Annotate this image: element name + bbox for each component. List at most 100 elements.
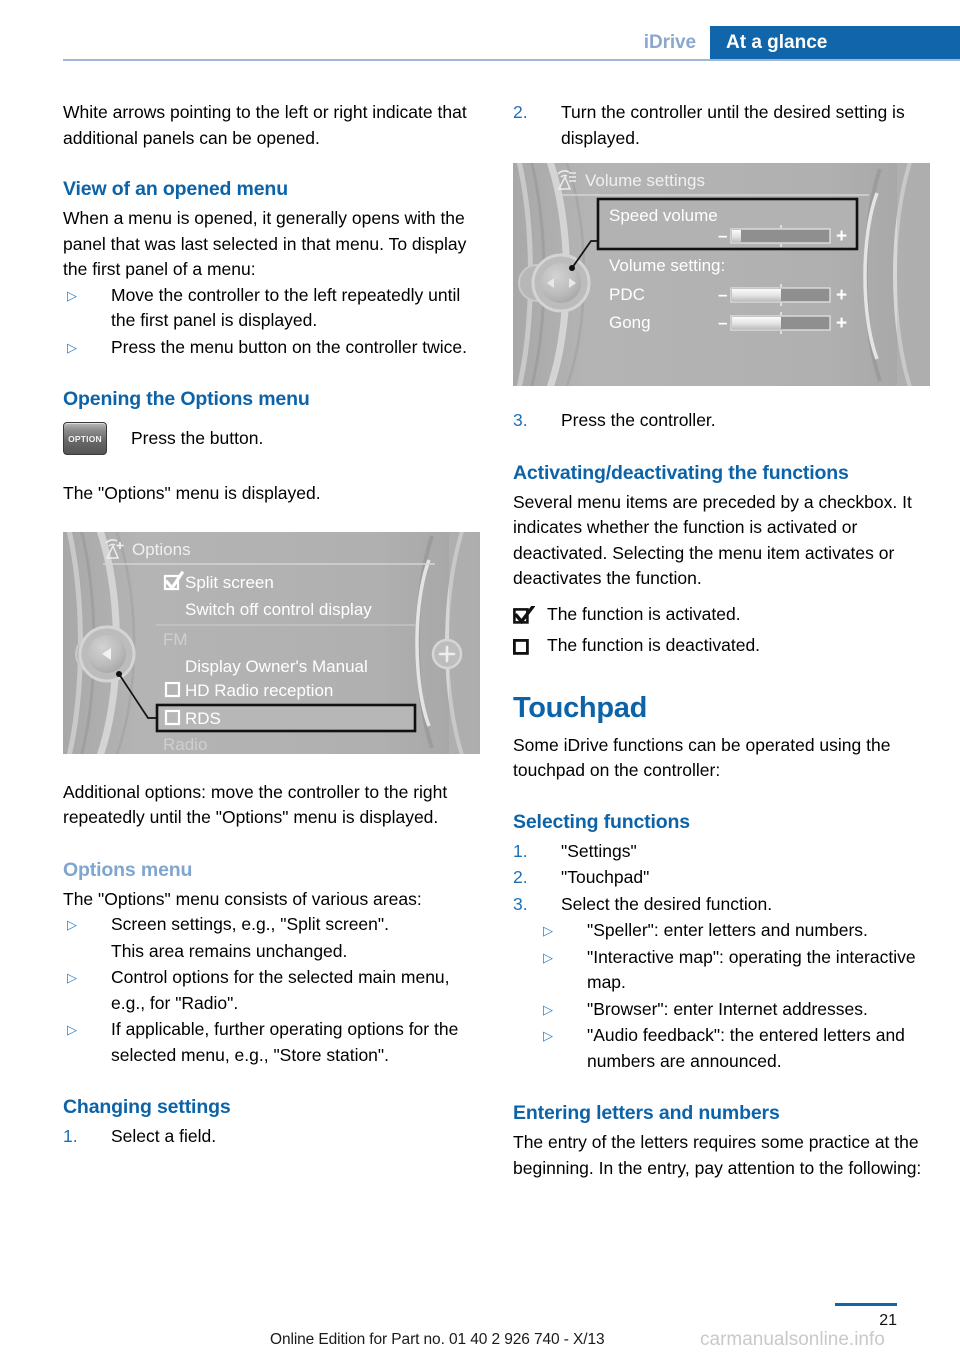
svg-text:+: + (836, 285, 847, 306)
entering-paragraph: The entry of the letters requires some p… (513, 1132, 922, 1178)
page-number: 21 (879, 1312, 897, 1329)
heading-changing-settings: Changing settings (63, 1096, 231, 1118)
selecting-functions-steps: 1. "Settings" 2. "Touchpad" 3. Select th… (513, 839, 930, 918)
step-number: 2. (513, 102, 528, 122)
section-label: At a glance (710, 26, 960, 59)
list-item-label: "Speller": enter letters and numbers. (587, 920, 868, 940)
svg-text:Speed volume: Speed volume (609, 206, 718, 225)
legend-label: The function is activated. (547, 603, 741, 624)
svg-text:HD Radio reception: HD Radio reception (185, 681, 333, 700)
svg-text:Volume settings: Volume settings (585, 171, 705, 190)
step-number: 1. (513, 840, 528, 861)
view-menu-paragraph: When a menu is opened, it generally open… (63, 208, 467, 279)
bullet-triangle-icon: ▷ (67, 970, 77, 985)
chapter-label: iDrive (643, 32, 696, 53)
options-menu-subparagraph: This area remains unchanged. (111, 940, 348, 961)
list-item-label: Screen settings, e.g., "Split screen". (111, 914, 389, 934)
list-item-label: Select a field. (111, 1126, 217, 1146)
steps-continued: 2. Turn the controller until the desired… (513, 100, 930, 151)
selecting-functions-bullets: ▷ "Speller": enter letters and numbers. … (513, 918, 930, 1074)
svg-text:+: + (836, 226, 847, 247)
svg-text:–: – (718, 226, 727, 245)
svg-text:Options: Options (132, 540, 191, 559)
heading-selecting-functions: Selecting functions (513, 810, 691, 833)
list-item-label: Press the controller. (561, 410, 716, 430)
legend-row-activated: The function is activated. (513, 602, 930, 628)
svg-text:–: – (718, 285, 727, 304)
additional-options-paragraph: Additional options: move the controller … (63, 781, 448, 828)
step-number: 3. (513, 410, 528, 430)
step-number: 1. (63, 1126, 78, 1146)
header-divider (63, 59, 960, 61)
legend-label: The function is deactivated. (547, 635, 761, 655)
legend-row-deactivated: The function is deactivated. (513, 633, 930, 659)
touchpad-paragraph: Some iDrive functions can be operated us… (513, 734, 891, 781)
view-menu-bullets: ▷ Move the controller to the left repeat… (63, 283, 480, 361)
list-item: 2. Turn the controller until the desired… (513, 100, 930, 151)
bullet-triangle-icon: ▷ (543, 923, 553, 938)
list-item-label: If applicable, further operating options… (111, 1019, 459, 1065)
svg-text:Split screen: Split screen (185, 573, 274, 592)
options-displayed-paragraph: The "Options" menu is displayed. (63, 483, 321, 503)
bullet-triangle-icon: ▷ (67, 1022, 77, 1037)
left-column: White arrows pointing to the left or rig… (63, 100, 480, 1151)
watermark-text: carmanualsonline.info (700, 1329, 885, 1350)
options-menu-bullets-cont: ▷ Control options for the selected main … (63, 965, 480, 1068)
bullet-triangle-icon: ▷ (67, 339, 77, 355)
option-button-row: OPTION Press the button. (63, 422, 480, 455)
list-item-label: Control options for the selected main me… (111, 967, 450, 1013)
options-menu-paragraph: The "Options" menu consists of various a… (63, 888, 422, 909)
edition-note: Online Edition for Part no. 01 40 2 926 … (270, 1331, 605, 1348)
bullet-triangle-icon: ▷ (67, 917, 77, 932)
list-item: ▷ "Audio feedback": the entered letters … (513, 1023, 930, 1074)
manual-page: iDrive At a glance White arrows pointing… (0, 0, 960, 1362)
list-item: ▷ Control options for the selected main … (63, 965, 480, 1016)
svg-text:–: – (718, 313, 727, 332)
bullet-triangle-icon: ▷ (543, 949, 553, 965)
activating-paragraph: Several menu items are preceded by a che… (513, 491, 912, 589)
list-item: ▷ Move the controller to the left repeat… (63, 283, 480, 334)
list-item-label: "Browser": enter Internet addresses. (587, 998, 868, 1019)
list-item: ▷ "Speller": enter letters and numbers. (513, 918, 930, 944)
heading-activating-deactivating: Activating/deactivating the functions (513, 461, 849, 484)
list-item-label: Press the menu button on the controller … (111, 336, 468, 357)
svg-text:Radio: Radio (163, 735, 207, 754)
step-number: 3. (513, 893, 528, 914)
option-button-label: OPTION (68, 433, 102, 444)
step-number: 2. (513, 867, 528, 887)
page-number-rule (835, 1303, 897, 1306)
svg-text:FM: FM (163, 630, 188, 649)
list-item-label: "Interactive map": operating the interac… (587, 946, 916, 993)
list-item: ▷ If applicable, further operating optio… (63, 1017, 480, 1068)
list-item: 2. "Touchpad" (513, 865, 930, 891)
header-tabs: iDrive At a glance (644, 26, 960, 59)
list-item-label: "Settings" (561, 840, 637, 861)
svg-text:Display Owner's Manual: Display Owner's Manual (185, 657, 368, 676)
list-item: 1. "Settings" (513, 839, 930, 865)
right-column: 2. Turn the controller until the desired… (513, 100, 930, 1181)
checkbox-unchecked-icon (513, 639, 529, 655)
intro-paragraph: White arrows pointing to the left or rig… (63, 102, 467, 148)
checkbox-checked-icon (513, 605, 535, 624)
list-item-label: "Touchpad" (561, 867, 650, 887)
step-three: 3. Press the controller. (513, 408, 930, 434)
list-item-label: Move the controller to the left repeated… (111, 284, 461, 331)
heading-entering-letters-numbers: Entering letters and numbers (513, 1102, 780, 1124)
heading-view-of-opened-menu: View of an opened menu (63, 178, 288, 200)
idrive-options-screenshot: Options Split screen Switch off control … (63, 531, 480, 754)
page-header: iDrive At a glance (0, 0, 960, 62)
list-item: ▷ Press the menu button on the controlle… (63, 335, 480, 361)
list-item-label: Select the desired function. (561, 893, 773, 914)
bullet-triangle-icon: ▷ (67, 287, 77, 303)
svg-text:RDS: RDS (185, 709, 221, 728)
list-item-label: Turn the controller until the desired se… (561, 102, 905, 148)
list-item: 3. Select the desired function. (513, 892, 930, 918)
bullet-triangle-icon: ▷ (543, 1001, 553, 1017)
heading-touchpad: Touchpad (513, 691, 647, 724)
svg-text:Switch off control display: Switch off control display (185, 600, 372, 619)
options-menu-bullets: ▷ Screen settings, e.g., "Split screen". (63, 912, 480, 938)
svg-text:Gong: Gong (609, 313, 651, 332)
heading-opening-options-menu: Opening the Options menu (63, 388, 310, 410)
list-item: 1. Select a field. (63, 1124, 480, 1150)
idrive-volume-screenshot: Volume settings Speed volume – + Volume … (513, 163, 930, 386)
